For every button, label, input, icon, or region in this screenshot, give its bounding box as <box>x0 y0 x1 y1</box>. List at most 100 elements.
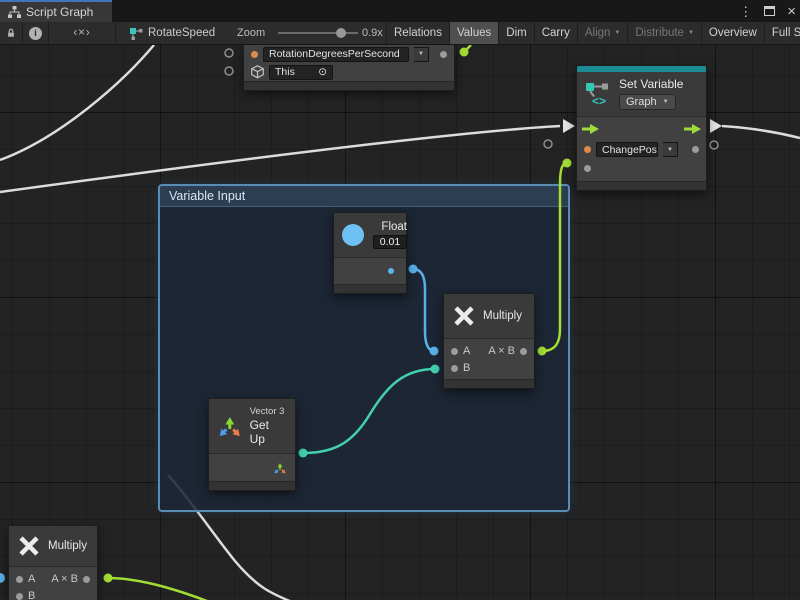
variable-name-dropdown[interactable]: RotationDegreesPerSecond <box>263 47 409 62</box>
zoom-slider-handle[interactable] <box>336 28 346 38</box>
toolbar-button-values[interactable]: Values <box>449 22 498 44</box>
lock-button[interactable] <box>0 22 23 44</box>
port-result-label: A × B <box>51 573 78 585</box>
scope-dropdown[interactable]: Graph ▼ <box>619 94 676 110</box>
variable-name-dropdown-button[interactable]: ▼ <box>663 142 678 157</box>
chevron-down-icon: ▼ <box>614 30 620 36</box>
tab-bar: Script Graph ⋮ × <box>0 0 800 22</box>
port-ring[interactable] <box>225 49 233 57</box>
wire-white-into-set-variable <box>0 126 560 192</box>
port-result-label: A × B <box>488 345 515 357</box>
node-title: Multiply <box>483 310 522 322</box>
wire-endpoint[interactable] <box>0 573 5 583</box>
node-multiply[interactable]: Multiply A A × B B <box>443 293 535 389</box>
chevron-down-icon: ▼ <box>418 51 424 57</box>
flow-input-arrow[interactable] <box>582 124 599 134</box>
node-title: Multiply <box>48 540 87 552</box>
variable-name-dropdown-button[interactable]: ▼ <box>414 47 429 62</box>
port-result-dot[interactable] <box>83 576 90 583</box>
value-output-port-dot[interactable] <box>440 51 447 58</box>
toolbar-button-dim[interactable]: Dim <box>498 22 533 44</box>
port-result-dot[interactable] <box>520 348 527 355</box>
chevron-down-icon: ▼ <box>663 99 669 105</box>
port-a-dot[interactable] <box>451 348 458 355</box>
breadcrumb[interactable]: RotateSpeed <box>130 22 215 44</box>
float-icon <box>342 224 364 246</box>
port-a-label: A <box>28 573 35 585</box>
toolbar-button-relations[interactable]: Relations <box>386 22 449 44</box>
flow-arrowhead-out <box>710 119 722 133</box>
zoom-value: 0.9x <box>362 22 383 44</box>
vector3-mini-icon[interactable] <box>273 461 287 475</box>
variable-target-field[interactable]: This ⊙ <box>269 65 333 80</box>
variable-name-dropdown[interactable]: ChangePos <box>596 142 658 157</box>
node-get-variable[interactable]: RotationDegreesPerSecond ▼ This ⊙ <box>243 45 455 91</box>
variable-name-port-dot[interactable] <box>584 146 591 153</box>
group-title[interactable]: Variable Input <box>160 186 568 207</box>
graph-name-label: RotateSpeed <box>148 27 215 39</box>
graph-toolbar: i ‹×› RotateSpeed Zoom 0.9x Relations Va… <box>0 22 800 45</box>
node-set-variable[interactable]: <> Set Variable Graph ▼ <box>576 65 707 191</box>
maximize-icon[interactable] <box>764 6 775 16</box>
node-footer <box>244 81 454 90</box>
toolbar-button-align[interactable]: Align▼ <box>577 22 628 44</box>
port-b-label: B <box>463 362 470 374</box>
node-vector3-get-up[interactable]: Vector 3 Get Up <box>208 398 296 491</box>
toolbar-buttons: Relations Values Dim Carry Align▼ Distri… <box>386 22 800 44</box>
multiply-icon <box>453 305 475 327</box>
more-options-icon[interactable]: ⋮ <box>739 5 752 18</box>
wire-endpoint[interactable] <box>460 48 469 57</box>
script-graph-hierarchy-icon <box>8 6 21 18</box>
flow-arrowhead-in <box>563 119 575 133</box>
zoom-label: Zoom <box>237 22 265 44</box>
float-output-port-dot[interactable] <box>388 268 394 274</box>
port-ring[interactable] <box>710 141 718 149</box>
chevron-down-icon: ▼ <box>688 30 694 36</box>
node-title: Float <box>381 221 407 233</box>
node-title: Set Variable <box>619 77 683 91</box>
node-footer <box>444 379 534 388</box>
close-icon[interactable]: × <box>787 4 796 19</box>
wire-green-multiply2-out <box>108 578 207 600</box>
zoom-slider-track[interactable] <box>278 32 358 34</box>
wire-endpoint[interactable] <box>563 159 572 168</box>
port-b-dot[interactable] <box>16 593 23 600</box>
variable-name-port-dot[interactable] <box>251 51 258 58</box>
port-a-label: A <box>463 345 470 357</box>
window-controls: ⋮ × <box>739 0 796 22</box>
float-value-field[interactable]: 0.01 <box>373 235 407 249</box>
port-a-dot[interactable] <box>16 576 23 583</box>
cube-icon <box>251 65 264 79</box>
vector3-icon <box>217 413 243 439</box>
info-icon: i <box>29 27 42 40</box>
value-output-port-dot[interactable] <box>692 146 699 153</box>
port-ring[interactable] <box>225 67 233 75</box>
toolbar-button-overview[interactable]: Overview <box>701 22 764 44</box>
value-input-port-dot[interactable] <box>584 165 591 172</box>
port-b-label: B <box>28 590 35 600</box>
lock-icon <box>6 27 16 39</box>
flow-output-arrow[interactable] <box>684 124 701 134</box>
graph-asset-icon <box>130 27 143 40</box>
toolbar-button-fullscreen[interactable]: Full Screen <box>764 22 800 44</box>
node-type-label: Vector 3 <box>250 406 287 417</box>
info-button[interactable]: i <box>23 22 49 44</box>
code-view-button[interactable]: ‹×› <box>49 22 116 44</box>
toolbar-button-distribute[interactable]: Distribute▼ <box>627 22 701 44</box>
port-b-dot[interactable] <box>451 365 458 372</box>
wire-green-get-variable-out <box>464 45 471 52</box>
port-ring[interactable] <box>544 140 552 148</box>
svg-text:<>: <> <box>592 94 606 106</box>
graph-canvas[interactable]: Variable Input <box>0 45 800 600</box>
zoom-slider[interactable] <box>278 22 358 44</box>
toolbar-button-carry[interactable]: Carry <box>534 22 577 44</box>
object-picker-icon[interactable]: ⊙ <box>318 66 327 78</box>
unity-graph-window: Script Graph ⋮ × i ‹×› <box>0 0 800 600</box>
wire-endpoint[interactable] <box>104 574 113 583</box>
node-footer <box>209 481 295 490</box>
tab-script-graph[interactable]: Script Graph <box>0 0 112 22</box>
node-multiply-2[interactable]: Multiply A A × B B <box>8 525 98 600</box>
code-view-icon: ‹×› <box>73 27 90 39</box>
node-float[interactable]: Float 0.01 <box>333 212 407 294</box>
node-footer <box>577 181 706 190</box>
